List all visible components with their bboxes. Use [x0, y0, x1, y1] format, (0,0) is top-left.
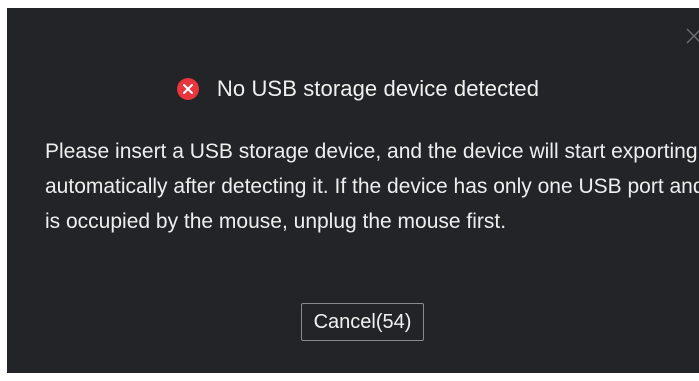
error-circle-icon	[176, 78, 199, 100]
dialog-title: No USB storage device detected	[216, 76, 540, 101]
usb-export-dialog: No USB storage device detected Please in…	[7, 8, 699, 373]
dialog-message: Please insert a USB storage device, and …	[45, 140, 699, 233]
dialog-title-row: No USB storage device detected	[7, 74, 699, 104]
close-icon[interactable]	[685, 26, 699, 44]
cancel-button[interactable]: Cancel(54)	[301, 303, 424, 341]
